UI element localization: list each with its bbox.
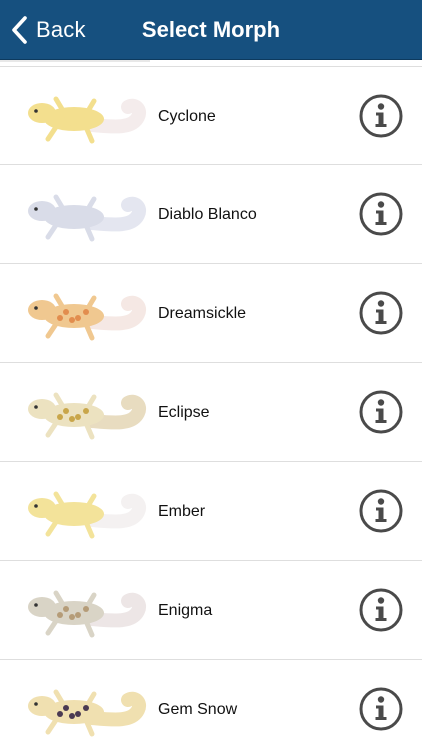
info-icon[interactable] [358,686,404,732]
list-item[interactable]: Cyclone [0,66,422,165]
morph-name: Diablo Blanco [158,206,257,223]
gecko-photo [28,96,146,144]
chevron-left-icon [8,15,30,45]
list-item[interactable]: Dreamsickle [0,264,422,363]
list-item[interactable]: Enigma [0,561,422,660]
back-button[interactable]: Back [8,12,86,48]
info-icon[interactable] [358,389,404,435]
navigation-bar: Back Select Morph [0,0,422,60]
morph-name: Ember [158,503,206,520]
info-icon[interactable] [358,488,404,534]
morph-name: Cyclone [158,108,216,125]
morph-name: Enigma [158,602,213,619]
morph-name: Dreamsickle [158,305,247,322]
info-icon[interactable] [358,587,404,633]
gecko-photo [28,590,146,638]
list-item[interactable]: Gem Snow [0,660,422,750]
back-label: Back [36,17,86,42]
select-morph-screen: Back Select Morph Cyclone Diablo Blanco … [0,0,422,750]
list-item[interactable]: Diablo Blanco [0,165,422,264]
gecko-photo [28,689,146,737]
morph-name: Eclipse [158,404,210,421]
list-item[interactable]: Eclipse [0,363,422,462]
info-icon[interactable] [358,290,404,336]
gecko-photo [28,392,146,440]
morph-list: Cyclone Diablo Blanco Dreamsickle Eclips… [0,66,422,750]
list-item[interactable]: Ember [0,462,422,561]
gecko-photo [28,491,146,539]
morph-name: Gem Snow [158,701,238,718]
gecko-photo [28,293,146,341]
gecko-photo [28,194,146,242]
info-icon[interactable] [358,191,404,237]
divider [0,60,150,62]
info-icon[interactable] [358,93,404,139]
